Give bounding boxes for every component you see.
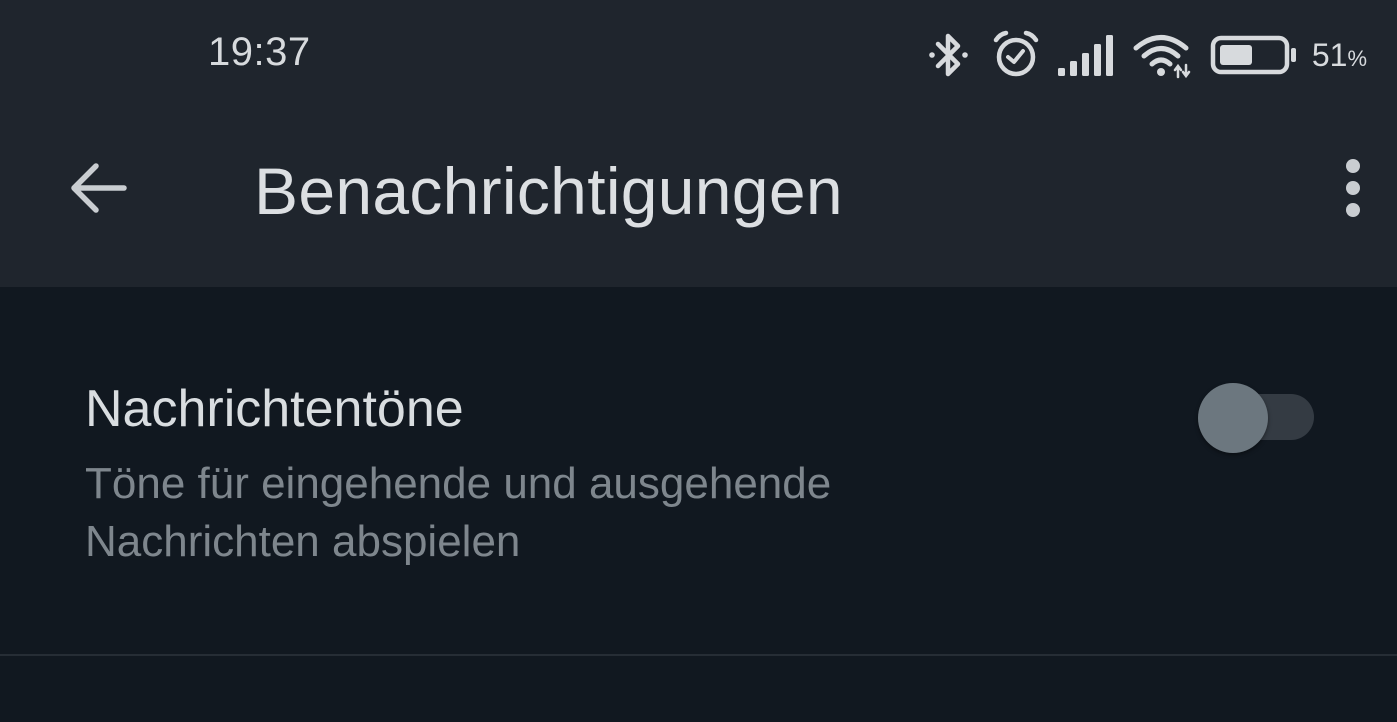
battery-percentage: 51% (1312, 37, 1367, 74)
battery-icon (1210, 33, 1300, 77)
more-options-button[interactable] (1323, 155, 1383, 225)
wifi-icon (1132, 31, 1194, 79)
app-bar: Benachrichtigungen (0, 110, 1397, 287)
back-button[interactable] (58, 155, 138, 225)
arrow-back-icon (68, 160, 128, 221)
more-vert-icon (1343, 158, 1363, 223)
settings-list: Nachrichtentöne Töne für eingehende und … (0, 287, 1397, 722)
page-title: Benachrichtigungen (254, 154, 843, 228)
status-time: 19:37 (208, 30, 311, 74)
setting-message-tones[interactable]: Nachrichtentöne Töne für eingehende und … (0, 287, 1397, 654)
battery-unit: % (1347, 45, 1367, 71)
setting-description: Töne für eingehende und ausgehende Nachr… (85, 459, 832, 566)
battery-level: 51 (1311, 36, 1348, 73)
toggle-thumb (1198, 383, 1268, 453)
status-bar: 19:37 51% (0, 0, 1397, 110)
setting-title: Nachrichtentöne (85, 380, 464, 438)
divider (0, 654, 1397, 656)
alarm-icon (990, 30, 1042, 80)
notifications-screen: 19:37 51% Benachrichtigungen Nachrichten… (0, 0, 1397, 722)
status-icons: 51% (926, 28, 1367, 82)
bluetooth-icon (926, 30, 972, 80)
message-tones-toggle[interactable] (1198, 383, 1316, 453)
signal-icon (1056, 32, 1118, 78)
